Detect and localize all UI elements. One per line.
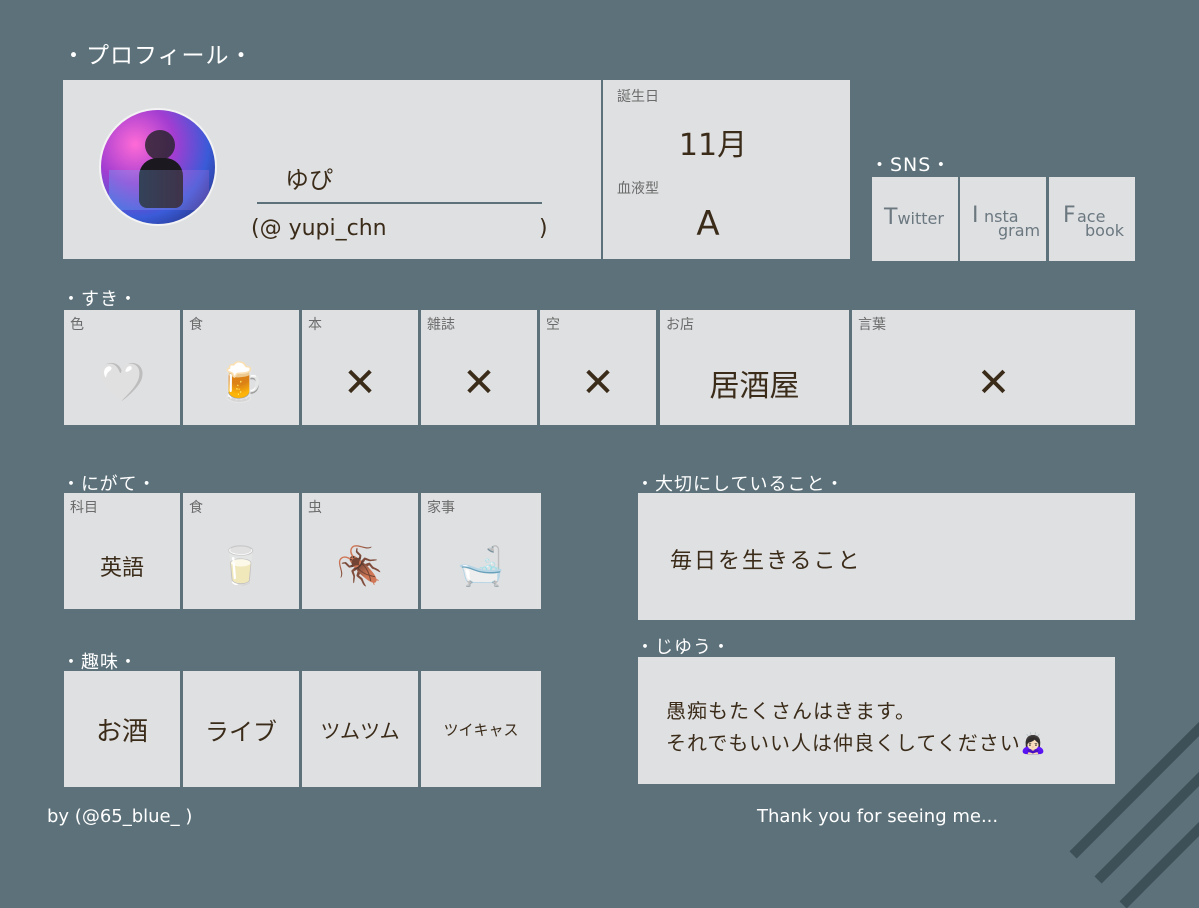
sns-facebook-initial: F (1063, 203, 1076, 228)
birthday-blood-card: 誕生日 11月 血液型 A (603, 80, 850, 259)
like-item-food: 食 🍺 (183, 310, 299, 425)
hobby-item: ライブ (183, 671, 299, 787)
like-item-color: 色 🤍 (64, 310, 180, 425)
like-label-food: 食 (189, 317, 203, 333)
cross-mark-icon: ✕ (581, 359, 615, 406)
dislike-item-subject: 科目 英語 (64, 493, 180, 609)
hobby-item: ツムツム (302, 671, 418, 787)
sns-instagram-initial: I (972, 203, 979, 228)
sns-twitter-initial: T (884, 205, 898, 230)
like-item-word: 言葉 ✕ (852, 310, 1135, 425)
footer-credit: by (@65_blue_ ) (47, 806, 193, 827)
profile-handle: (@ yupi_chn (251, 216, 387, 241)
blood-label: 血液型 (617, 181, 659, 197)
important-text: 毎日を生きること (670, 549, 862, 574)
profile-name: ゆぴ (285, 166, 333, 194)
avatar[interactable] (99, 108, 217, 226)
dislike-item-food: 食 🥛 (183, 493, 299, 609)
dislike-item-bug: 虫 🪳 (302, 493, 418, 609)
dislike-value-subject: 英語 (99, 556, 144, 581)
like-label-shop: お店 (666, 317, 694, 333)
dislike-item-chore: 家事 🛁 (421, 493, 541, 609)
like-label-sky: 空 (546, 317, 560, 333)
freedom-box: 愚痴もたくさんはきます。 それでもいい人は仲良くしてください🙇🏻‍♀️ (638, 657, 1115, 784)
cockroach-icon: 🪳 (336, 543, 384, 588)
profile-heading: ・プロフィール・ (62, 43, 254, 69)
blood-value: A (696, 204, 720, 244)
footer-thanks: Thank you for seeing me... (757, 806, 999, 827)
cross-mark-icon: ✕ (976, 359, 1011, 406)
freedom-heading: ・じゆう・ (636, 637, 731, 658)
dislike-label-food: 食 (189, 500, 203, 516)
hobby-value: ライブ (205, 717, 277, 746)
like-item-sky: 空 ✕ (540, 310, 656, 425)
important-box: 毎日を生きること (638, 493, 1135, 620)
like-item-magazine: 雑誌 ✕ (421, 310, 537, 425)
dislike-label-subject: 科目 (70, 500, 98, 516)
sns-twitter-rest: witter (897, 209, 944, 228)
like-label-magazine: 雑誌 (427, 317, 455, 333)
sns-facebook-bottom: book (1085, 221, 1124, 240)
cross-mark-icon: ✕ (462, 359, 496, 406)
freedom-line-1: 愚痴もたくさんはきます。 (666, 699, 916, 723)
sns-instagram[interactable]: I nsta gram (960, 177, 1046, 261)
like-label-word: 言葉 (858, 317, 886, 333)
like-item-shop: お店 居酒屋 (660, 310, 849, 425)
dislike-label-chore: 家事 (427, 500, 455, 516)
hobby-value: ツイキャス (443, 720, 519, 739)
hobby-value: お酒 (95, 716, 148, 747)
freedom-line-2: それでもいい人は仲良くしてください🙇🏻‍♀️ (666, 731, 1047, 755)
profile-card: ゆぴ (@ yupi_chn ) (63, 80, 601, 259)
like-label-color: 色 (70, 317, 84, 333)
hobby-item: ツイキャス (421, 671, 541, 787)
sns-facebook[interactable]: F ace book (1049, 177, 1135, 261)
bathtub-icon: 🛁 (457, 543, 505, 588)
milk-icon: 🥛 (217, 543, 265, 588)
like-value-shop: 居酒屋 (709, 368, 800, 404)
beer-icon: 🍺 (217, 360, 265, 404)
likes-heading: ・すき・ (62, 289, 138, 310)
birthday-value: 11月 (678, 128, 748, 163)
name-underline (257, 202, 542, 204)
hobby-value: ツムツム (320, 718, 400, 743)
hobby-item: お酒 (64, 671, 180, 787)
birthday-label: 誕生日 (617, 89, 659, 105)
dislike-label-bug: 虫 (308, 500, 322, 516)
sns-instagram-bottom: gram (998, 221, 1041, 240)
sns-heading: ・SNS・ (870, 154, 952, 176)
like-item-book: 本 ✕ (302, 310, 418, 425)
profile-handle-close: ) (539, 216, 548, 241)
sns-twitter[interactable]: Twitter (872, 177, 958, 261)
like-label-book: 本 (308, 317, 322, 333)
white-heart-icon: 🤍 (98, 360, 146, 404)
cross-mark-icon: ✕ (343, 359, 377, 406)
